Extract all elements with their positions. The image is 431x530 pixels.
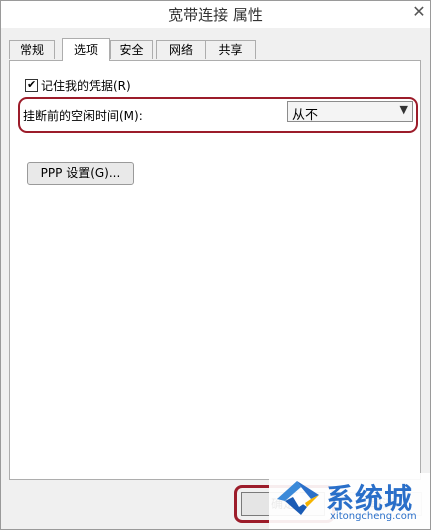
remember-credentials-row[interactable]: ✔ 记住我的凭据(R) bbox=[25, 77, 131, 94]
properties-dialog: 宽带连接 属性 ✕ 常规 选项 安全 网络 共享 ✔ 记住我的凭据(R) 挂断前… bbox=[0, 0, 431, 530]
window-title: 宽带连接 属性 bbox=[168, 6, 263, 24]
remember-credentials-checkbox[interactable]: ✔ bbox=[25, 78, 38, 92]
tab-options[interactable]: 选项 bbox=[62, 38, 110, 61]
tab-sharing[interactable]: 共享 bbox=[205, 40, 256, 59]
idle-time-label: 挂断前的空闲时间(M): bbox=[23, 109, 143, 123]
windows-logo-icon bbox=[277, 481, 319, 515]
idle-time-select[interactable]: 从不 ▼ bbox=[287, 101, 413, 123]
tab-general[interactable]: 常规 bbox=[9, 40, 55, 59]
tab-security[interactable]: 安全 bbox=[110, 40, 153, 59]
idle-time-value: 从不 bbox=[292, 108, 319, 123]
options-panel: ✔ 记住我的凭据(R) 挂断前的空闲时间(M): 从不 ▼ PPP 设置(G).… bbox=[9, 60, 421, 480]
check-icon: ✔ bbox=[27, 78, 37, 91]
watermark: 系统城 xitongcheng.com bbox=[269, 473, 430, 529]
remember-credentials-label: 记住我的凭据(R) bbox=[41, 79, 131, 93]
chevron-down-icon: ▼ bbox=[399, 103, 408, 116]
tab-network[interactable]: 网络 bbox=[156, 40, 206, 59]
close-button[interactable]: ✕ bbox=[408, 1, 430, 25]
ppp-settings-button[interactable]: PPP 设置(G)... bbox=[27, 162, 134, 185]
title-bar: 宽带连接 属性 ✕ bbox=[1, 1, 430, 28]
watermark-url: xitongcheng.com bbox=[330, 511, 417, 522]
